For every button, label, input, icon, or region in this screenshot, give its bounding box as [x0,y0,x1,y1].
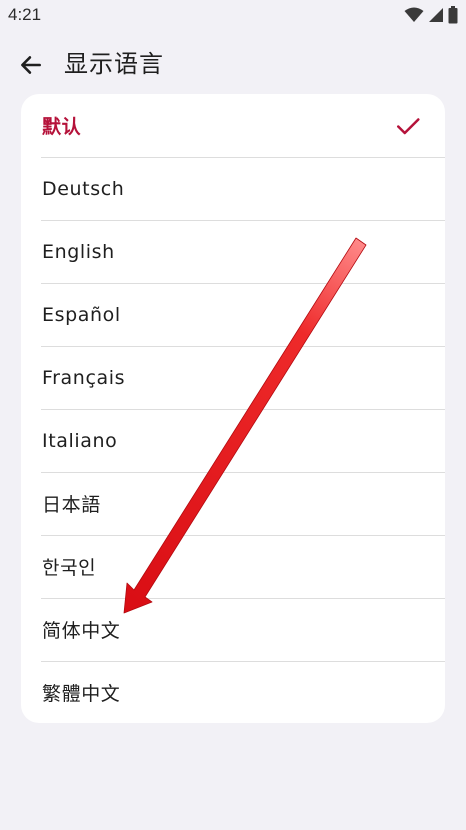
status-time: 4:21 [8,5,42,24]
language-item-default[interactable]: 默认 [21,94,445,157]
battery-icon [448,6,458,24]
cellular-signal-icon [429,8,443,22]
language-item-japanese[interactable]: 日本語 [21,472,445,535]
language-item-francais[interactable]: Français [21,346,445,409]
language-item-simplified-chinese[interactable]: 简体中文 [21,598,445,661]
back-button[interactable] [14,48,48,82]
language-label: 默认 [42,116,82,138]
language-item-traditional-chinese[interactable]: 繁體中文 [21,661,445,723]
language-item-korean[interactable]: 한국인 [21,535,445,598]
language-label: Italiano [42,429,118,452]
language-label: Deutsch [42,177,125,200]
language-label: 繁體中文 [42,683,121,705]
language-label: Español [42,303,121,326]
language-list-card: 默认 Deutsch English Español Français Ital… [21,94,445,723]
language-list: 默认 Deutsch English Español Français Ital… [21,94,445,723]
status-icons [404,6,458,24]
arrow-left-icon [21,56,41,74]
language-item-english[interactable]: English [21,220,445,283]
language-label: Français [42,366,126,389]
app-bar: 显示语言 [0,40,466,88]
page-title: 显示语言 [64,50,164,78]
language-label: 简体中文 [42,620,121,642]
language-item-espanol[interactable]: Español [21,283,445,346]
language-item-italiano[interactable]: Italiano [21,409,445,472]
check-icon [397,117,420,134]
language-item-deutsch[interactable]: Deutsch [21,157,445,220]
wifi-icon [404,7,424,22]
status-bar: 4:21 [0,0,466,32]
language-label: 한국인 [42,557,97,579]
language-label: 日本語 [42,494,101,516]
language-label: English [42,240,115,263]
